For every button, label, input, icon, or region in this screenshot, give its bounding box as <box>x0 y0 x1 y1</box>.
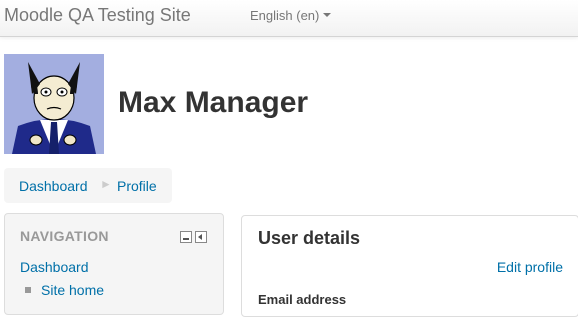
nav-dashboard-link[interactable]: Dashboard <box>20 259 89 275</box>
top-navbar: Moodle QA Testing Site English (en) <box>0 0 578 37</box>
user-fullname-heading: Max Manager <box>118 86 309 119</box>
navigation-block: NAVIGATION Dashboard Site home <box>4 213 224 315</box>
user-avatar[interactable] <box>4 54 104 154</box>
block-hide-icon[interactable] <box>180 231 192 243</box>
caret-down-icon <box>323 12 332 17</box>
breadcrumb: Dashboard ► Profile <box>4 168 172 203</box>
avatar-image <box>4 54 104 154</box>
user-details-title: User details <box>258 228 361 248</box>
user-details-block: User details Edit profile Email address <box>241 215 578 317</box>
breadcrumb-profile-link[interactable]: Profile <box>117 178 157 194</box>
site-brand-link[interactable]: Moodle QA Testing Site <box>4 5 191 26</box>
breadcrumb-separator-icon: ► <box>100 177 112 191</box>
nav-site-home-link[interactable]: Site home <box>41 282 104 298</box>
breadcrumb-dashboard-link[interactable]: Dashboard <box>19 178 88 194</box>
block-dock-icon[interactable] <box>195 231 207 243</box>
email-address-label: Email address <box>258 292 347 307</box>
edit-profile-link[interactable]: Edit profile <box>497 259 563 275</box>
language-label: English (en) <box>250 8 320 23</box>
navigation-block-title: NAVIGATION <box>20 228 109 244</box>
language-menu[interactable]: English (en) <box>250 8 332 23</box>
list-bullet-icon <box>25 287 31 293</box>
